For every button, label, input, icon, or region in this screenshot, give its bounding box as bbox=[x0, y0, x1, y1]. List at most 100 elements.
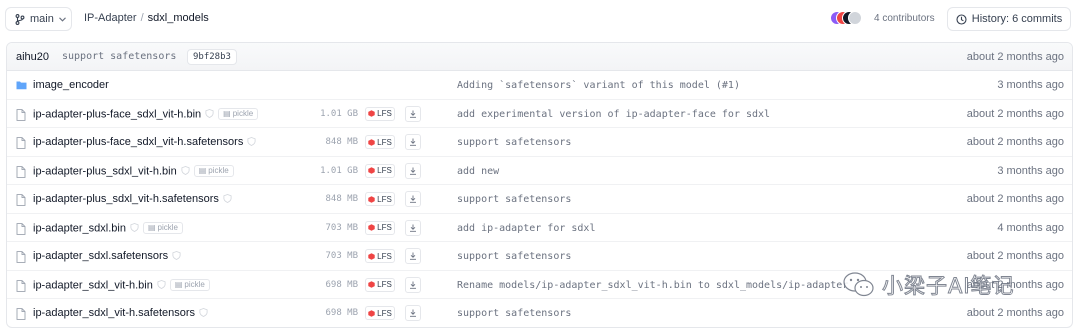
safe-check-icon bbox=[247, 137, 256, 146]
watermark-text: 小梁子AI笔记 bbox=[882, 274, 1015, 299]
file-name-link[interactable]: ip-adapter-plus_sdxl_vit-h.safetensors bbox=[33, 193, 232, 205]
commit-message-link[interactable]: support safetensors bbox=[457, 137, 571, 148]
commit-message-link[interactable]: add ip-adapter for sdxl bbox=[457, 223, 595, 234]
file-icon bbox=[16, 108, 26, 121]
safe-check-icon bbox=[205, 109, 214, 118]
safe-check-icon bbox=[172, 251, 181, 260]
pickle-label: pickle bbox=[157, 223, 178, 232]
file-row[interactable]: ip-adapter-plus-face_sdxl_vit-h.safetens… bbox=[7, 128, 1072, 157]
commit-message-link[interactable]: support safetensors bbox=[457, 194, 571, 205]
download-icon bbox=[410, 309, 416, 317]
download-button[interactable] bbox=[405, 219, 421, 236]
download-button[interactable] bbox=[405, 162, 421, 179]
file-row[interactable]: ip-adapter-plus_sdxl_vit-h.bin ▤ pickle 1.0… bbox=[7, 157, 1072, 185]
pickle-badge[interactable]: ▤ pickle bbox=[218, 107, 259, 120]
wechat-icon bbox=[843, 272, 874, 297]
breadcrumb-repo-link[interactable]: IP-Adapter bbox=[84, 12, 137, 24]
file-name-link[interactable]: ip-adapter-plus_sdxl_vit-h.bin ▤ pickle bbox=[33, 164, 234, 177]
file-name-link[interactable]: image_encoder bbox=[33, 79, 109, 91]
pickle-icon: ▤ bbox=[223, 109, 231, 118]
download-icon bbox=[410, 138, 416, 146]
repo-header: main IP-Adapter / sdxl_models 4 contribu… bbox=[0, 0, 1080, 40]
commit-message-link[interactable]: support safetensors bbox=[457, 308, 571, 319]
safe-check-icon bbox=[130, 223, 139, 232]
file-size: 698 MB bbox=[325, 308, 358, 318]
file-name: ip-adapter-plus_sdxl_vit-h.safetensors bbox=[33, 193, 219, 205]
commit-message-link[interactable]: support safetensors bbox=[457, 251, 571, 262]
history-button[interactable]: History: 6 commits bbox=[947, 7, 1071, 31]
pickle-label: pickle bbox=[184, 280, 205, 289]
pickle-badge[interactable]: ▤ pickle bbox=[169, 278, 210, 291]
file-name-link[interactable]: ip-adapter-plus-face_sdxl_vit-h.bin ▤ pick… bbox=[33, 107, 259, 120]
file-icon bbox=[16, 194, 26, 206]
lfs-badge: LFS bbox=[365, 220, 395, 235]
file-row[interactable]: ip-adapter_sdxl.safetensors 703 MB LFS supp… bbox=[7, 242, 1072, 271]
commit-message-link[interactable]: add new bbox=[457, 166, 499, 177]
download-icon bbox=[410, 252, 416, 260]
contributors-link[interactable]: 4 contributors bbox=[830, 11, 935, 25]
file-name: ip-adapter_sdxl.bin bbox=[33, 222, 126, 234]
file-row[interactable]: ip-adapter-plus-face_sdxl_vit-h.bin ▤ pick… bbox=[7, 100, 1072, 128]
file-name: ip-adapter_sdxl_vit-h.bin bbox=[33, 279, 153, 291]
file-row[interactable]: ip-adapter_sdxl_vit-h.safetensors 698 MB L… bbox=[7, 299, 1072, 327]
commit-message-link[interactable]: Rename models/ip-adapter_sdxl_vit-h.bin … bbox=[457, 280, 848, 291]
download-icon bbox=[410, 110, 416, 118]
commit-time: about 2 months ago bbox=[966, 136, 1064, 148]
file-name: ip-adapter-plus-face_sdxl_vit-h.bin bbox=[33, 108, 202, 120]
file-name-link[interactable]: ip-adapter_sdxl_vit-h.safetensors bbox=[33, 307, 208, 319]
download-button[interactable] bbox=[405, 248, 421, 264]
file-name-link[interactable]: ip-adapter_sdxl_vit-h.bin ▤ pickle bbox=[33, 278, 210, 291]
folder-row[interactable]: image_encoder Adding `safetensors` varian… bbox=[7, 71, 1072, 100]
commit-hash-badge[interactable]: 9bf28b3 bbox=[187, 49, 237, 65]
safe-check-icon bbox=[199, 308, 208, 317]
download-button[interactable] bbox=[405, 191, 421, 207]
commit-message-link[interactable]: Adding `safetensors` variant of this mod… bbox=[457, 80, 740, 91]
avatar bbox=[848, 11, 862, 25]
lfs-label: LFS bbox=[377, 194, 392, 204]
file-icon bbox=[16, 222, 26, 235]
download-button[interactable] bbox=[405, 305, 421, 321]
lfs-badge: LFS bbox=[365, 106, 395, 121]
file-name-link[interactable]: ip-adapter-plus-face_sdxl_vit-h.safetens… bbox=[33, 136, 256, 148]
download-icon bbox=[410, 224, 416, 232]
lfs-badge: LFS bbox=[365, 192, 395, 206]
file-name: ip-adapter_sdxl_vit-h.safetensors bbox=[33, 307, 196, 319]
lfs-label: LFS bbox=[377, 280, 392, 289]
commit-message[interactable]: support safetensors bbox=[62, 51, 176, 62]
file-icon bbox=[16, 251, 26, 263]
breadcrumb: IP-Adapter / sdxl_models bbox=[84, 12, 209, 24]
lfs-badge: LFS bbox=[365, 306, 395, 320]
branch-selector-button[interactable]: main bbox=[5, 7, 72, 31]
contributor-avatars bbox=[830, 11, 866, 25]
file-size: 698 MB bbox=[325, 279, 358, 290]
lfs-badge: LFS bbox=[365, 277, 395, 292]
pickle-icon: ▤ bbox=[147, 223, 156, 232]
file-icon bbox=[16, 279, 26, 292]
download-button[interactable] bbox=[405, 276, 421, 293]
file-size: 703 MB bbox=[325, 251, 358, 261]
lfs-icon bbox=[368, 167, 375, 174]
commit-message-link[interactable]: add experimental version of ip-adapter-f… bbox=[457, 109, 770, 120]
last-commit-header: aihu20 support safetensors 9bf28b3 about… bbox=[7, 43, 1072, 71]
safe-check-icon bbox=[223, 194, 232, 203]
lfs-icon bbox=[368, 110, 375, 117]
file-name: ip-adapter_sdxl.safetensors bbox=[33, 250, 169, 262]
file-name-link[interactable]: ip-adapter_sdxl.safetensors bbox=[33, 250, 181, 262]
commit-time: about 2 months ago bbox=[966, 51, 1064, 63]
pickle-badge[interactable]: ▤ pickle bbox=[142, 221, 183, 234]
file-row[interactable]: ip-adapter_sdxl.bin ▤ pickle 703 MB LFS add i… bbox=[7, 214, 1072, 242]
file-size: 703 MB bbox=[325, 222, 358, 233]
file-icon bbox=[16, 308, 26, 320]
file-size: 1.01 GB bbox=[320, 165, 358, 176]
file-size: 848 MB bbox=[325, 194, 358, 204]
file-row[interactable]: ip-adapter-plus_sdxl_vit-h.safetensors 84… bbox=[7, 185, 1072, 214]
commit-author[interactable]: aihu20 bbox=[16, 51, 49, 63]
commit-time: about 2 months ago bbox=[966, 307, 1064, 319]
download-button[interactable] bbox=[405, 134, 421, 150]
file-name: ip-adapter-plus-face_sdxl_vit-h.safetens… bbox=[33, 136, 244, 148]
branch-label: main bbox=[30, 13, 54, 25]
file-size: 848 MB bbox=[325, 137, 358, 147]
pickle-badge[interactable]: ▤ pickle bbox=[193, 164, 234, 177]
download-button[interactable] bbox=[405, 105, 421, 122]
file-name-link[interactable]: ip-adapter_sdxl.bin ▤ pickle bbox=[33, 221, 183, 234]
